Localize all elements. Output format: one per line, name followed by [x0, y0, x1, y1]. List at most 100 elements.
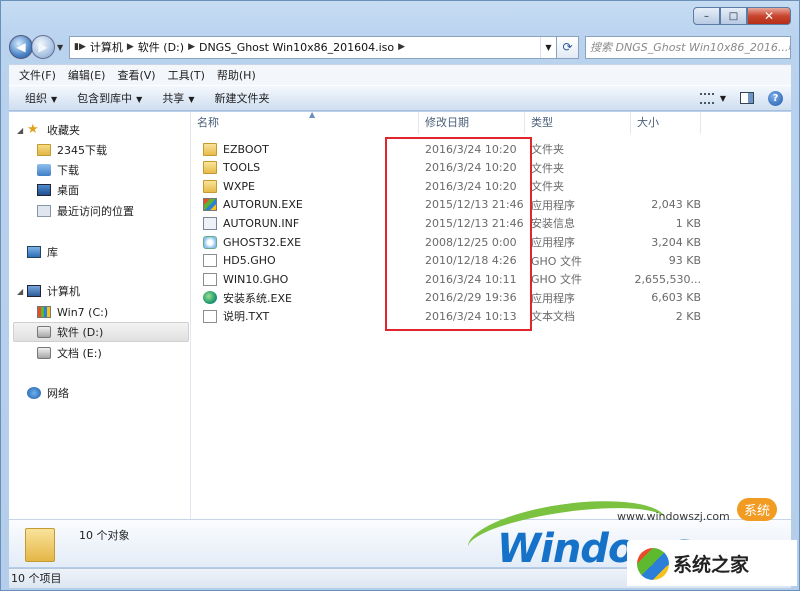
column-type[interactable]: 类型	[525, 112, 631, 134]
menu-file[interactable]: 文件(F)	[13, 67, 62, 83]
breadcrumb-drive-d[interactable]: 软件 (D:)	[134, 39, 188, 55]
refresh-button[interactable]: ⟳	[557, 35, 579, 59]
nav-drive-d[interactable]: 软件 (D:)	[37, 322, 103, 342]
breadcrumb-computer[interactable]: 计算机	[86, 39, 127, 55]
file-type: 文件夹	[531, 143, 564, 156]
view-options-icon	[699, 92, 714, 104]
file-name: WIN10.GHO	[223, 272, 289, 286]
file-size: 1 KB	[675, 216, 701, 230]
recent-places-icon	[37, 205, 51, 217]
column-size[interactable]: 大小	[631, 112, 701, 134]
highlight-box	[385, 137, 532, 331]
breadcrumb-separator-icon[interactable]: ▶	[79, 42, 86, 52]
minimize-button[interactable]: –	[693, 7, 720, 25]
breadcrumb-separator-icon[interactable]: ▶	[188, 42, 195, 52]
nav-item-desktop[interactable]: 桌面	[37, 180, 79, 200]
nav-drive-e[interactable]: 文档 (E:)	[37, 343, 102, 363]
nav-item-recent-places[interactable]: 最近访问的位置	[37, 201, 134, 221]
folder-icon	[203, 179, 217, 193]
nav-drive-c[interactable]: Win7 (C:)	[37, 302, 108, 322]
document-icon	[203, 272, 217, 286]
share-button[interactable]: 共享 ▼	[152, 90, 204, 106]
include-in-library-button[interactable]: 包含到库中 ▼	[67, 90, 152, 106]
windows-drive-icon	[37, 306, 51, 318]
file-name: WXPE	[223, 179, 255, 193]
nav-libraries-label: 库	[47, 246, 58, 259]
search-placeholder: 搜索 DNGS_Ghost Win10x86_2016...	[590, 41, 789, 54]
search-input[interactable]: 搜索 DNGS_Ghost Win10x86_2016... ⌕	[585, 35, 791, 59]
watermark-badge: 系统	[737, 498, 778, 521]
file-size: 6,603 KB	[651, 291, 701, 305]
file-name: EZBOOT	[223, 142, 269, 156]
expand-arrow-icon[interactable]: ◢	[17, 126, 23, 135]
search-icon[interactable]: ⌕	[788, 40, 790, 54]
file-name: 安装系统.EXE	[223, 291, 292, 305]
nav-libraries[interactable]: 库	[27, 242, 58, 262]
drive-icon	[37, 347, 51, 359]
network-icon	[27, 387, 41, 399]
inf-icon	[203, 216, 217, 230]
column-name[interactable]: 名称	[191, 112, 419, 134]
menu-view[interactable]: 查看(V)	[111, 67, 161, 83]
nav-item-label: 2345下载	[57, 144, 107, 157]
file-type: GHO 文件	[531, 273, 582, 287]
status-count: 10 个项目	[11, 572, 62, 585]
nav-computer[interactable]: 计算机	[27, 281, 80, 301]
document-icon	[203, 254, 217, 268]
share-label: 共享	[162, 92, 185, 105]
nav-network[interactable]: 网络	[27, 383, 69, 403]
maximize-button[interactable]: □	[720, 7, 747, 25]
folder-icon	[37, 144, 51, 156]
file-name: TOOLS	[223, 161, 261, 175]
close-button[interactable]: ✕	[747, 7, 791, 25]
file-name: GHOST32.EXE	[223, 235, 302, 249]
address-history-chevron-down-icon[interactable]: ▼	[540, 36, 556, 58]
nav-item-downloads[interactable]: 下载	[37, 160, 79, 180]
nav-network-label: 网络	[47, 387, 69, 400]
library-icon	[27, 246, 41, 258]
menu-edit[interactable]: 编辑(E)	[62, 67, 112, 83]
desktop-icon	[37, 184, 51, 196]
file-type: 文件夹	[531, 180, 564, 194]
drive-icon	[37, 326, 51, 338]
breadcrumb-separator-icon[interactable]: ▶	[127, 42, 134, 52]
ghost-icon	[203, 235, 217, 249]
nav-drive-label: 文档 (E:)	[57, 347, 102, 360]
breadcrumb-iso[interactable]: DNGS_Ghost Win10x86_201604.iso	[195, 41, 398, 54]
organize-button[interactable]: 组织 ▼	[15, 90, 67, 106]
file-name: 说明.TXT	[223, 310, 270, 324]
file-type: 应用程序	[531, 236, 575, 249]
recent-pages-chevron-down-icon[interactable]: ▼	[57, 43, 67, 52]
file-name: AUTORUN.EXE	[223, 198, 303, 212]
nav-item-label: 下载	[57, 164, 79, 177]
help-icon[interactable]: ?	[768, 90, 783, 106]
windows-logo-icon	[637, 548, 669, 580]
file-type: 文件夹	[531, 161, 564, 175]
nav-favorites[interactable]: ★ 收藏夹	[27, 120, 80, 140]
nav-computer-label: 计算机	[47, 285, 80, 298]
file-size: 93 KB	[668, 254, 701, 268]
column-date[interactable]: 修改日期	[419, 112, 525, 134]
folder-icon	[25, 528, 55, 562]
preview-pane-icon[interactable]	[740, 92, 754, 104]
nav-drive-label: Win7 (C:)	[57, 305, 109, 319]
folder-icon	[203, 142, 217, 156]
new-folder-button[interactable]: 新建文件夹	[204, 90, 279, 106]
file-size: 2,043 KB	[651, 198, 701, 212]
address-bar[interactable]: ▮ ▶ 计算机 ▶ 软件 (D:) ▶ DNGS_Ghost Win10x86_…	[69, 35, 557, 59]
file-size: 2,655,530...	[634, 272, 701, 286]
nav-item-2345-download[interactable]: 2345下载	[37, 140, 107, 160]
forward-button[interactable]: ▶	[31, 35, 55, 59]
menu-tools[interactable]: 工具(T)	[162, 67, 211, 83]
setup-icon	[203, 291, 217, 305]
breadcrumb-separator-icon[interactable]: ▶	[398, 42, 405, 52]
column-header: 名称 修改日期 类型 大小	[191, 112, 791, 134]
change-view-button[interactable]: ▼	[699, 92, 726, 104]
file-type: 文本文档	[531, 310, 575, 324]
expand-arrow-icon[interactable]: ◢	[17, 287, 23, 296]
explorer-window: – □ ✕ ◀ ▶ ▼ ▮ ▶ 计算机 ▶ 软件 (D:) ▶ DNGS_Gho…	[0, 0, 800, 591]
address-row: ◀ ▶ ▼ ▮ ▶ 计算机 ▶ 软件 (D:) ▶ DNGS_Ghost Win…	[9, 33, 791, 61]
menu-help[interactable]: 帮助(H)	[211, 67, 262, 83]
nav-favorites-label: 收藏夹	[47, 124, 80, 137]
back-button[interactable]: ◀	[9, 35, 33, 59]
